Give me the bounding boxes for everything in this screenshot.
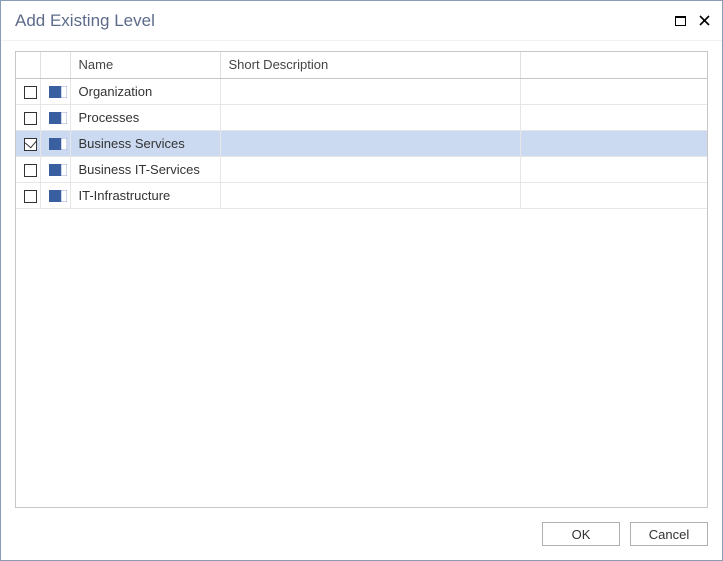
row-checkbox-cell[interactable] <box>16 130 40 156</box>
row-icon-cell <box>40 78 70 104</box>
row-short-description <box>220 156 520 182</box>
level-icon <box>49 112 67 124</box>
close-button[interactable] <box>696 13 712 29</box>
window-controls <box>672 13 712 29</box>
cancel-button-label: Cancel <box>649 527 689 542</box>
col-header-checkbox[interactable] <box>16 52 40 78</box>
dialog-footer: OK Cancel <box>1 508 722 560</box>
row-checkbox[interactable] <box>24 190 37 203</box>
row-checkbox-cell[interactable] <box>16 182 40 208</box>
row-checkbox-cell[interactable] <box>16 156 40 182</box>
row-checkbox[interactable] <box>24 112 37 125</box>
grid-header-row: Name Short Description <box>16 52 707 78</box>
row-short-description <box>220 182 520 208</box>
table-row[interactable]: Organization <box>16 78 707 104</box>
row-name: Business IT-Services <box>70 156 220 182</box>
row-name: Business Services <box>70 130 220 156</box>
row-blank-cell <box>520 182 707 208</box>
col-header-blank[interactable] <box>520 52 707 78</box>
add-existing-level-dialog: Add Existing Level <box>0 0 723 561</box>
table-row[interactable]: Business IT-Services <box>16 156 707 182</box>
row-icon-cell <box>40 130 70 156</box>
row-checkbox[interactable] <box>24 164 37 177</box>
grid-empty-area <box>16 209 707 508</box>
level-icon <box>49 138 67 150</box>
table-row[interactable]: Processes <box>16 104 707 130</box>
row-short-description <box>220 104 520 130</box>
table-row[interactable]: IT-Infrastructure <box>16 182 707 208</box>
row-blank-cell <box>520 78 707 104</box>
row-name: Organization <box>70 78 220 104</box>
row-blank-cell <box>520 156 707 182</box>
titlebar: Add Existing Level <box>1 1 722 41</box>
level-icon <box>49 164 67 176</box>
row-short-description <box>220 130 520 156</box>
col-header-short-description[interactable]: Short Description <box>220 52 520 78</box>
row-checkbox[interactable] <box>24 138 37 151</box>
col-header-name[interactable]: Name <box>70 52 220 78</box>
row-short-description <box>220 78 520 104</box>
row-icon-cell <box>40 156 70 182</box>
levels-grid[interactable]: Name Short Description OrganizationProce… <box>15 51 708 508</box>
row-blank-cell <box>520 130 707 156</box>
row-name: IT-Infrastructure <box>70 182 220 208</box>
maximize-button[interactable] <box>672 13 688 29</box>
ok-button[interactable]: OK <box>542 522 620 546</box>
cancel-button[interactable]: Cancel <box>630 522 708 546</box>
col-header-icon[interactable] <box>40 52 70 78</box>
row-checkbox-cell[interactable] <box>16 78 40 104</box>
level-icon <box>49 86 67 98</box>
row-name: Processes <box>70 104 220 130</box>
row-icon-cell <box>40 104 70 130</box>
row-blank-cell <box>520 104 707 130</box>
dialog-content: Name Short Description OrganizationProce… <box>1 41 722 508</box>
table-row[interactable]: Business Services <box>16 130 707 156</box>
row-icon-cell <box>40 182 70 208</box>
ok-button-label: OK <box>572 527 591 542</box>
row-checkbox[interactable] <box>24 86 37 99</box>
dialog-title: Add Existing Level <box>15 11 155 31</box>
level-icon <box>49 190 67 202</box>
row-checkbox-cell[interactable] <box>16 104 40 130</box>
